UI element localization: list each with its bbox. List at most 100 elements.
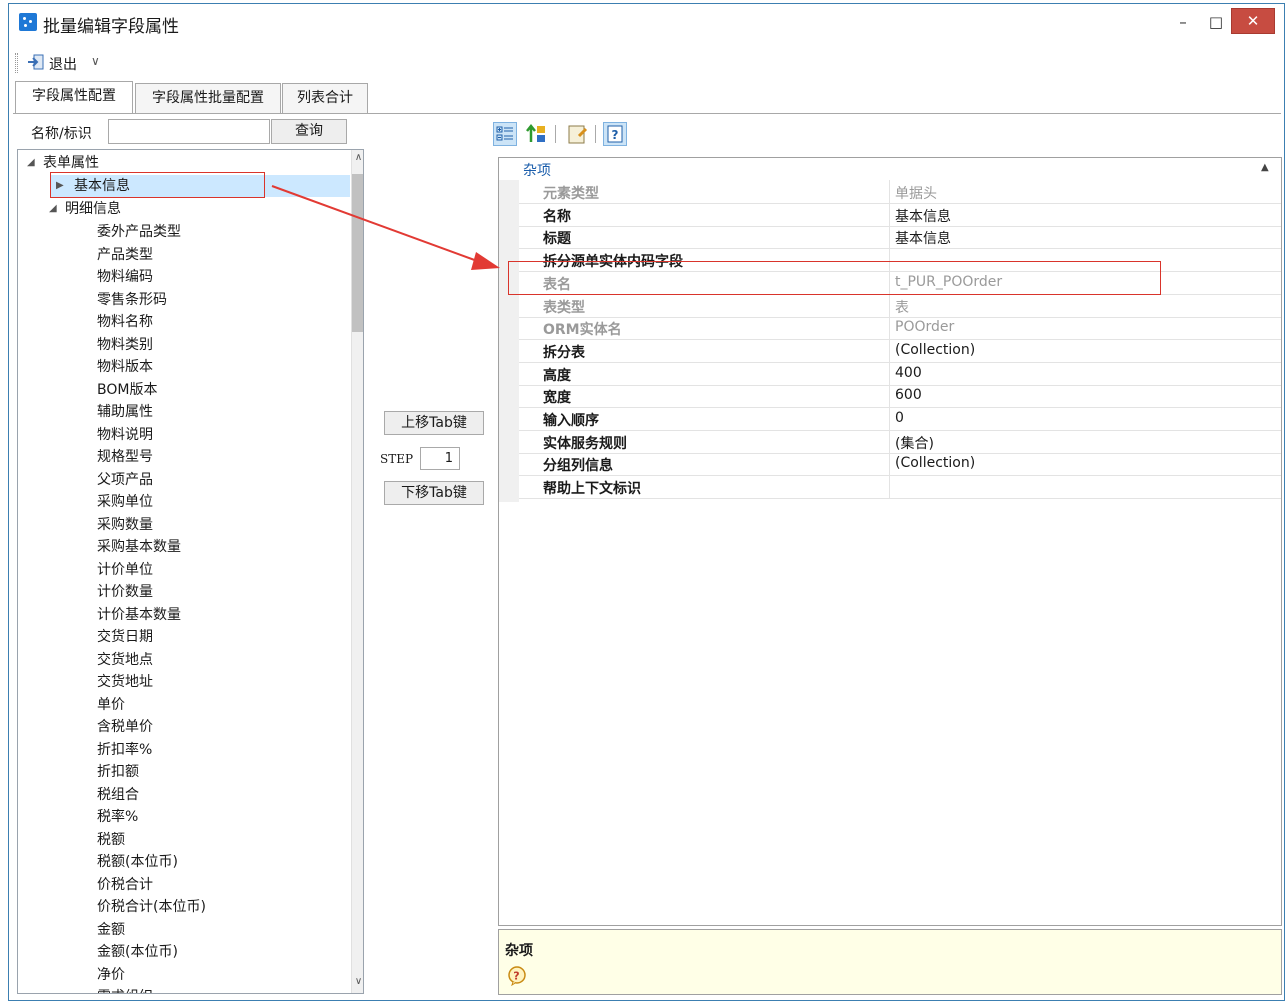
tree-node-field[interactable]: 金额(本位币) <box>97 941 178 963</box>
tree-node-field[interactable]: 交货地址 <box>97 671 153 693</box>
property-value[interactable]: 基本信息 <box>895 228 951 248</box>
close-button[interactable]: ✕ <box>1231 8 1275 34</box>
collapse-arrow-icon[interactable]: ◢ <box>27 152 35 174</box>
property-value[interactable]: 600 <box>895 387 922 403</box>
app-icon <box>19 13 37 31</box>
toolbar-separator <box>555 125 556 143</box>
tree-node-field[interactable]: 折扣额 <box>97 761 139 783</box>
property-row[interactable]: 帮助上下文标识 <box>519 475 1281 500</box>
property-row[interactable]: 宽度 600 <box>519 384 1281 409</box>
move-tab-up-button[interactable]: 上移Tab键 <box>384 411 484 435</box>
tree-node-field[interactable]: 采购单位 <box>97 491 153 513</box>
tree-node-field[interactable]: 辅助属性 <box>97 401 153 423</box>
query-button[interactable]: 查询 <box>271 119 347 144</box>
tree-node-field[interactable]: 价税合计(本位币) <box>97 896 206 918</box>
property-name: 帮助上下文标识 <box>543 481 641 498</box>
field-tree: ◢ 表单属性 ▶ 基本信息 ◢ 明细信息 委外产品类型 产品类型 物料编码 零售条形码… <box>17 149 364 994</box>
scroll-down-icon[interactable]: ∨ <box>352 976 363 987</box>
tree-node-field[interactable]: 含税单价 <box>97 716 153 738</box>
scroll-up-icon[interactable]: ∧ <box>352 152 363 163</box>
tree-node-field[interactable]: 物料名称 <box>97 311 153 333</box>
maximize-button[interactable]: □ <box>1202 10 1230 34</box>
category-header[interactable]: 杂项 ▲ <box>499 158 1281 180</box>
category-label: 杂项 <box>523 163 551 179</box>
tree-node-field[interactable]: 税率% <box>97 806 138 828</box>
tree-node-detail-info[interactable]: ◢ 明细信息 <box>18 198 350 220</box>
move-tab-down-button[interactable]: 下移Tab键 <box>384 481 484 505</box>
grid-gutter <box>499 180 519 502</box>
tree-scroll-thumb[interactable] <box>352 174 363 332</box>
tree-node-field[interactable]: 产品类型 <box>97 244 153 266</box>
minimize-button[interactable]: – <box>1169 10 1197 34</box>
tree-node-field[interactable]: 物料编码 <box>97 266 153 288</box>
step-label: STEP <box>380 452 414 466</box>
property-pages-icon[interactable] <box>565 122 589 146</box>
property-value[interactable]: (Collection) <box>895 342 975 358</box>
property-row[interactable]: 分组列信息 (Collection) <box>519 452 1281 477</box>
property-row[interactable]: 实体服务规则 (集合) <box>519 429 1281 454</box>
property-row[interactable]: 标题 基本信息 <box>519 225 1281 250</box>
categorized-view-icon[interactable] <box>493 122 517 146</box>
tree-node-field[interactable]: 计价单位 <box>97 559 153 581</box>
tab-list-total[interactable]: 列表合计 <box>282 83 368 113</box>
tree-node-field[interactable]: BOM版本 <box>97 379 157 401</box>
column-divider <box>889 384 890 408</box>
property-name: 标题 <box>543 231 571 248</box>
tree-node-field[interactable]: 物料类别 <box>97 334 153 356</box>
property-value: POOrder <box>895 319 955 336</box>
tree-node-field[interactable]: 委外产品类型 <box>97 221 181 243</box>
tree-node-field[interactable]: 计价基本数量 <box>97 604 181 626</box>
property-value[interactable]: (集合) <box>895 433 934 453</box>
tree-node-field[interactable]: 价税合计 <box>97 874 153 896</box>
property-row[interactable]: 元素类型 单据头 <box>519 180 1281 204</box>
search-input[interactable] <box>108 119 270 144</box>
tree-node-field[interactable]: 采购数量 <box>97 514 153 536</box>
property-value[interactable]: 400 <box>895 365 922 381</box>
tree-node-field[interactable]: 父项产品 <box>97 469 153 491</box>
tab-field-property-batch-config[interactable]: 字段属性批量配置 <box>135 83 281 113</box>
sort-alphabetical-icon[interactable] <box>525 122 549 146</box>
property-row[interactable]: 高度 400 <box>519 361 1281 386</box>
property-row[interactable]: 输入顺序 0 <box>519 407 1281 431</box>
tree-node-field[interactable]: 折扣率% <box>97 739 152 761</box>
property-row[interactable]: ORM实体名 POOrder <box>519 316 1281 341</box>
tree-node-field[interactable]: 净价 <box>97 964 125 986</box>
tab-field-property-config[interactable]: 字段属性配置 <box>15 81 133 114</box>
property-row[interactable]: 拆分表 (Collection) <box>519 338 1281 363</box>
tree-node-field[interactable]: 税组合 <box>97 784 139 806</box>
tree-node-field[interactable]: 交货日期 <box>97 626 153 648</box>
tree-node-field[interactable]: 物料说明 <box>97 424 153 446</box>
property-value[interactable]: (Collection) <box>895 455 975 471</box>
exit-icon[interactable] <box>27 53 45 71</box>
collapse-arrow-icon[interactable]: ◢ <box>49 198 57 220</box>
tree-node-field[interactable]: 物料版本 <box>97 356 153 378</box>
tree-node-form-properties[interactable]: ◢ 表单属性 <box>18 152 350 174</box>
tree-node-field[interactable]: 税额(本位币) <box>97 851 178 873</box>
tree-node-field[interactable]: 单价 <box>97 694 125 716</box>
column-divider <box>889 202 890 226</box>
exit-button[interactable]: 退出 <box>49 54 77 74</box>
title-bar[interactable]: 批量编辑字段属性 – □ ✕ <box>9 4 1284 40</box>
tree-node-field[interactable]: 零售条形码 <box>97 289 167 311</box>
scroll-up-icon[interactable]: ▲ <box>1261 162 1269 173</box>
help-title: 杂项 <box>505 943 533 959</box>
property-row[interactable]: 名称 基本信息 <box>519 202 1281 227</box>
tree-node-field[interactable]: 金额 <box>97 919 125 941</box>
column-divider <box>889 293 890 317</box>
tree-node-field[interactable]: 采购基本数量 <box>97 536 181 558</box>
tree-node-field[interactable]: 需求组织 <box>97 986 153 993</box>
help-description-icon[interactable]: ? <box>603 122 627 146</box>
property-value[interactable]: 基本信息 <box>895 206 951 226</box>
column-divider <box>889 429 890 453</box>
tree-node-field[interactable]: 税额 <box>97 829 125 851</box>
step-input[interactable]: 1 <box>420 447 460 470</box>
chevron-down-icon[interactable]: ∨ <box>91 54 100 68</box>
search-label: 名称/标识 <box>31 126 92 142</box>
column-divider <box>889 316 890 340</box>
tree-node-field[interactable]: 交货地点 <box>97 649 153 671</box>
property-row[interactable]: 表类型 表 <box>519 293 1281 318</box>
tree-node-field[interactable]: 规格型号 <box>97 446 153 468</box>
property-value[interactable]: 0 <box>895 410 904 426</box>
highlight-box-table-name <box>508 261 1161 295</box>
tree-node-field[interactable]: 计价数量 <box>97 581 153 603</box>
